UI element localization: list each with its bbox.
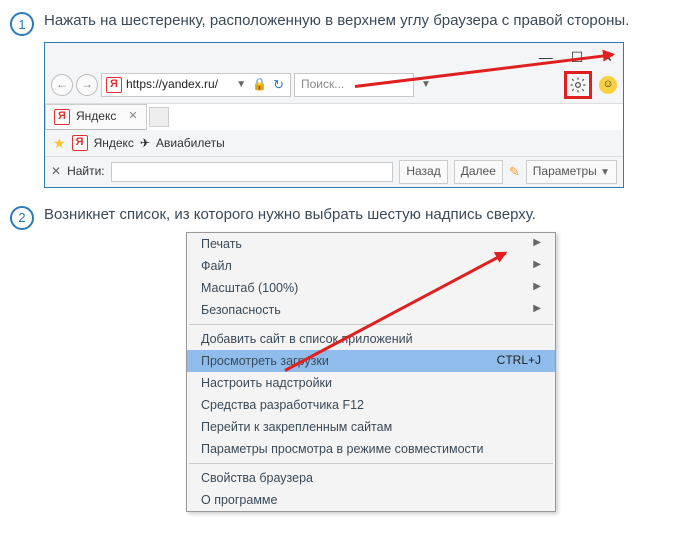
submenu-arrow-icon: ▶ <box>533 302 541 317</box>
plane-icon: ✈ <box>140 135 150 152</box>
search-placeholder: Поиск... <box>301 76 344 93</box>
find-params-label: Параметры <box>533 164 597 178</box>
menu-item-devtools[interactable]: Средства разработчика F12 <box>187 394 555 416</box>
find-back-button[interactable]: Назад <box>399 160 447 183</box>
submenu-arrow-icon: ▶ <box>533 258 541 273</box>
menu-separator <box>189 463 553 464</box>
smiley-icon[interactable]: ☺ <box>599 76 617 94</box>
menu-label: Масштаб (100%) <box>201 279 298 297</box>
menu-label: Перейти к закрепленным сайтам <box>201 418 392 436</box>
menu-label: Добавить сайт в список приложений <box>201 330 413 348</box>
context-menu: Печать ▶ Файл ▶ Масштаб (100%) ▶ Безопас… <box>186 232 556 512</box>
menu-item-downloads[interactable]: Просмотреть загрузки CTRL+J <box>187 350 555 372</box>
lock-icon: 🔒 <box>252 76 267 93</box>
step-1-text: Нажать на шестеренку, расположенную в ве… <box>44 10 667 32</box>
bookmark-yandex[interactable]: Яндекс <box>94 135 134 152</box>
menu-item-zoom[interactable]: Масштаб (100%) ▶ <box>187 277 555 299</box>
step-number-2: 2 <box>10 206 34 230</box>
new-tab-button[interactable] <box>149 107 169 127</box>
refresh-icon[interactable]: ↻ <box>271 76 286 95</box>
menu-item-add-site[interactable]: Добавить сайт в список приложений <box>187 328 555 350</box>
bookmark-avia[interactable]: Авиабилеты <box>156 135 225 152</box>
search-dropdown-icon[interactable]: ▼ <box>419 78 433 93</box>
menu-label: Свойства браузера <box>201 469 313 487</box>
find-params-button[interactable]: Параметры ▼ <box>526 160 617 184</box>
step-2-text: Возникнет список, из которого нужно выбр… <box>44 204 667 226</box>
menu-label: Печать <box>201 235 242 253</box>
menu-shortcut: CTRL+J <box>497 352 541 369</box>
tab-close-icon[interactable]: ✕ <box>128 109 137 125</box>
url-dropdown-icon[interactable]: ▼ <box>234 78 248 93</box>
menu-item-compat[interactable]: Параметры просмотра в режиме совместимос… <box>187 438 555 460</box>
find-label: Найти: <box>67 163 105 180</box>
browser-tab[interactable]: Я Яндекс ✕ <box>45 104 147 130</box>
yandex-favicon: Я <box>106 77 122 93</box>
bookmark-yandex-icon: Я <box>72 135 88 151</box>
url-text: https://yandex.ru/ <box>126 76 230 93</box>
menu-label: Настроить надстройки <box>201 374 332 392</box>
pencil-icon[interactable]: ✎ <box>509 163 520 182</box>
menu-item-props[interactable]: Свойства браузера <box>187 467 555 489</box>
address-bar[interactable]: Я https://yandex.ru/ ▼ 🔒 ↻ <box>101 73 291 97</box>
menu-label: Файл <box>201 257 232 275</box>
chevron-down-icon: ▼ <box>600 167 610 178</box>
tab-label: Яндекс <box>76 108 116 125</box>
submenu-arrow-icon: ▶ <box>533 280 541 295</box>
menu-item-addons[interactable]: Настроить надстройки <box>187 372 555 394</box>
find-input[interactable] <box>111 162 394 182</box>
gear-icon[interactable] <box>568 75 588 95</box>
find-next-button[interactable]: Далее <box>454 160 503 183</box>
bookmarks-bar: ★ Я Яндекс ✈ Авиабилеты <box>45 130 623 156</box>
favorites-star-icon[interactable]: ★ <box>53 133 66 153</box>
menu-item-security[interactable]: Безопасность ▶ <box>187 299 555 321</box>
menu-item-pinned[interactable]: Перейти к закрепленным сайтам <box>187 416 555 438</box>
menu-label: О программе <box>201 491 277 509</box>
find-close-icon[interactable]: ✕ <box>51 163 61 180</box>
gear-highlight <box>564 71 592 99</box>
step-number-1: 1 <box>10 12 34 36</box>
menu-label: Средства разработчика F12 <box>201 396 364 414</box>
forward-button[interactable]: → <box>76 74 98 96</box>
menu-label: Параметры просмотра в режиме совместимос… <box>201 440 484 458</box>
menu-label: Безопасность <box>201 301 281 319</box>
tab-favicon: Я <box>54 109 70 125</box>
submenu-arrow-icon: ▶ <box>533 236 541 251</box>
back-button[interactable]: ← <box>51 74 73 96</box>
menu-item-about[interactable]: О программе <box>187 489 555 511</box>
browser-window: — ☐ ✕ ← → Я https://yandex.ru/ ▼ 🔒 ↻ Пои… <box>44 42 624 188</box>
